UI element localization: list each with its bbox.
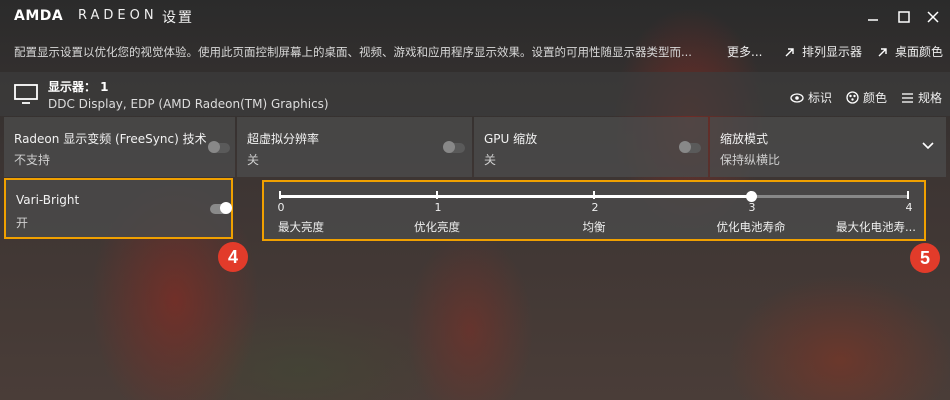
slider-tick-label: 均衡: [582, 220, 606, 234]
close-icon: [927, 11, 939, 23]
vari-bright-tile[interactable]: Vari-Bright 开: [4, 178, 233, 239]
vari-bright-toggle[interactable]: [210, 202, 232, 214]
minimize-icon: [868, 19, 878, 21]
slider-fill: [280, 195, 751, 198]
freesync-toggle[interactable]: [208, 141, 230, 153]
palette-icon: [846, 91, 859, 104]
amd-logo: AMDA: [14, 8, 64, 24]
slider-tick-number: 2: [591, 201, 599, 214]
monitor-icon: [14, 84, 38, 104]
slider-tick-number: 3: [748, 201, 756, 214]
callout-badge-5: 5: [910, 243, 940, 273]
more-link[interactable]: 更多...: [727, 43, 762, 60]
desktop-color-link[interactable]: 桌面颜色: [877, 43, 943, 60]
display-header: 显示器： 1 DDC Display, EDP (AMD Radeon(TM) …: [0, 72, 950, 116]
slider-tick[interactable]: [436, 191, 438, 199]
arrow-icon: [878, 47, 887, 56]
maximize-icon: [898, 11, 910, 23]
vari-bright-value: 开: [16, 216, 29, 230]
tile-virtual-super-resolution[interactable]: 超虚拟分辨率 关: [237, 117, 472, 177]
slider-tick[interactable]: [907, 191, 909, 199]
slider-tick-label: 最大化电池寿...: [836, 220, 916, 234]
arrow-icon: [785, 47, 794, 56]
slider-tick-label: 优化电池寿命: [716, 220, 786, 234]
tile-label: 超虚拟分辨率: [247, 132, 320, 146]
page-description: 配置显示设置以优化您的视觉体验。使用此页面控制屏幕上的桌面、视频、游戏和应用程序…: [14, 45, 692, 59]
vari-bright-slider-panel: 0 最大亮度 1 优化亮度 2 均衡 3 优化电池寿命 4 最大化电池寿...: [262, 180, 926, 241]
tile-value: 不支持: [14, 153, 51, 167]
identify-label: 标识: [808, 91, 833, 105]
gpu-scaling-toggle[interactable]: [679, 141, 701, 153]
specs-label: 规格: [918, 91, 943, 105]
slider-rest: [751, 195, 908, 198]
vari-bright-label: Vari-Bright: [16, 193, 80, 207]
more-label: 更多...: [727, 45, 763, 59]
maximize-button[interactable]: [893, 6, 915, 28]
close-button[interactable]: [922, 6, 944, 28]
tile-gpu-scaling[interactable]: GPU 缩放 关: [474, 117, 708, 177]
specs-button[interactable]: 规格: [901, 89, 942, 106]
slider-tick-label: 优化亮度: [414, 220, 460, 234]
tile-freesync[interactable]: Radeon 显示变频 (FreeSync) 技术 不支持: [4, 117, 235, 177]
tile-label: Radeon 显示变频 (FreeSync) 技术: [14, 132, 207, 146]
tile-label: 缩放模式: [720, 132, 769, 146]
chevron-down-icon[interactable]: [921, 141, 935, 151]
list-icon: [902, 92, 913, 103]
page-title: 设置: [162, 10, 194, 26]
desktop-color-label: 桌面颜色: [895, 45, 944, 59]
slider-tick-number: 4: [905, 201, 913, 214]
vari-bright-slider[interactable]: 0 最大亮度 1 优化亮度 2 均衡 3 优化电池寿命 4 最大化电池寿...: [278, 191, 916, 234]
eye-icon: [790, 92, 804, 103]
arrange-displays-link[interactable]: 排列显示器: [784, 43, 862, 60]
slider-tick[interactable]: [593, 191, 595, 199]
slider-tick-label: 最大亮度: [278, 220, 324, 234]
radeon-wordmark: RADEON: [78, 8, 158, 23]
slider-tick-number: 1: [434, 201, 442, 214]
tile-label: GPU 缩放: [484, 132, 538, 146]
vsr-toggle[interactable]: [443, 141, 465, 153]
slider-thumb[interactable]: [745, 191, 757, 202]
minimize-button[interactable]: [862, 6, 884, 28]
color-label: 颜色: [863, 91, 888, 105]
color-button[interactable]: 颜色: [846, 89, 887, 106]
tile-value: 关: [484, 153, 497, 167]
slider-tick[interactable]: [279, 191, 281, 199]
callout-badge-4: 4: [218, 242, 248, 272]
tile-scaling-mode[interactable]: 缩放模式 保持纵横比: [710, 117, 946, 177]
display-subtitle: DDC Display, EDP (AMD Radeon(TM) Graphic…: [48, 97, 329, 111]
slider-tick-number: 0: [277, 201, 285, 214]
identify-button[interactable]: 标识: [790, 89, 832, 106]
display-name: 显示器： 1: [48, 80, 109, 94]
arrange-displays-label: 排列显示器: [802, 45, 863, 59]
title-bar: AMDA RADEON 设置: [0, 0, 950, 34]
tile-value: 关: [247, 153, 260, 167]
tile-value: 保持纵横比: [720, 153, 781, 167]
